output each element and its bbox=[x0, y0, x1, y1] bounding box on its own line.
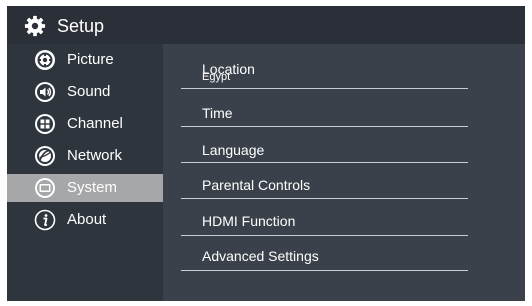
sidebar: Picture Sound Channel Network System Abo… bbox=[7, 44, 163, 301]
system-icon bbox=[35, 178, 55, 198]
menu-item-label: HDMI Function bbox=[202, 213, 296, 229]
page-title: Setup bbox=[57, 16, 105, 36]
menu-item-label: Parental Controls bbox=[202, 177, 311, 193]
sidebar-item-network[interactable]: Network bbox=[7, 142, 163, 170]
sidebar-item-channel[interactable]: Channel bbox=[7, 110, 163, 138]
menu-item-label: Advanced Settings bbox=[202, 248, 319, 264]
sidebar-item-label: About bbox=[67, 211, 107, 228]
menu-item-advanced-settings[interactable]: Advanced Settings bbox=[181, 236, 468, 271]
setup-screen: Setup Picture Sound Channel Network Syst… bbox=[7, 6, 525, 301]
menu-item-parental-controls[interactable]: Parental Controls bbox=[181, 163, 468, 199]
picture-icon bbox=[35, 50, 55, 70]
sidebar-item-label: Channel bbox=[67, 115, 123, 132]
menu-item-language[interactable]: Language bbox=[181, 127, 468, 163]
sidebar-item-system[interactable]: System bbox=[7, 174, 163, 202]
settings-menu: Location Egypt Time Language Parental Co… bbox=[163, 44, 525, 301]
header-bar: Setup bbox=[7, 6, 525, 44]
gear-icon bbox=[24, 15, 46, 37]
menu-item-label: Language bbox=[202, 142, 265, 158]
sidebar-item-sound[interactable]: Sound bbox=[7, 78, 163, 106]
menu-item-label: Time bbox=[202, 105, 233, 121]
menu-item-hdmi-function[interactable]: HDMI Function bbox=[181, 199, 468, 236]
globe-icon bbox=[35, 146, 55, 166]
sidebar-item-about[interactable]: About bbox=[7, 206, 163, 234]
sidebar-item-label: System bbox=[67, 179, 118, 196]
menu-item-location[interactable]: Location Egypt bbox=[181, 44, 468, 89]
sidebar-item-label: Network bbox=[67, 147, 123, 164]
channel-icon bbox=[35, 114, 55, 134]
sidebar-item-picture[interactable]: Picture bbox=[7, 46, 163, 74]
sidebar-item-label: Picture bbox=[67, 51, 114, 68]
speaker-icon bbox=[35, 82, 55, 102]
info-icon bbox=[34, 209, 56, 231]
sidebar-item-label: Sound bbox=[67, 83, 111, 100]
menu-item-time[interactable]: Time bbox=[181, 89, 468, 127]
location-value: Egypt bbox=[202, 71, 231, 83]
